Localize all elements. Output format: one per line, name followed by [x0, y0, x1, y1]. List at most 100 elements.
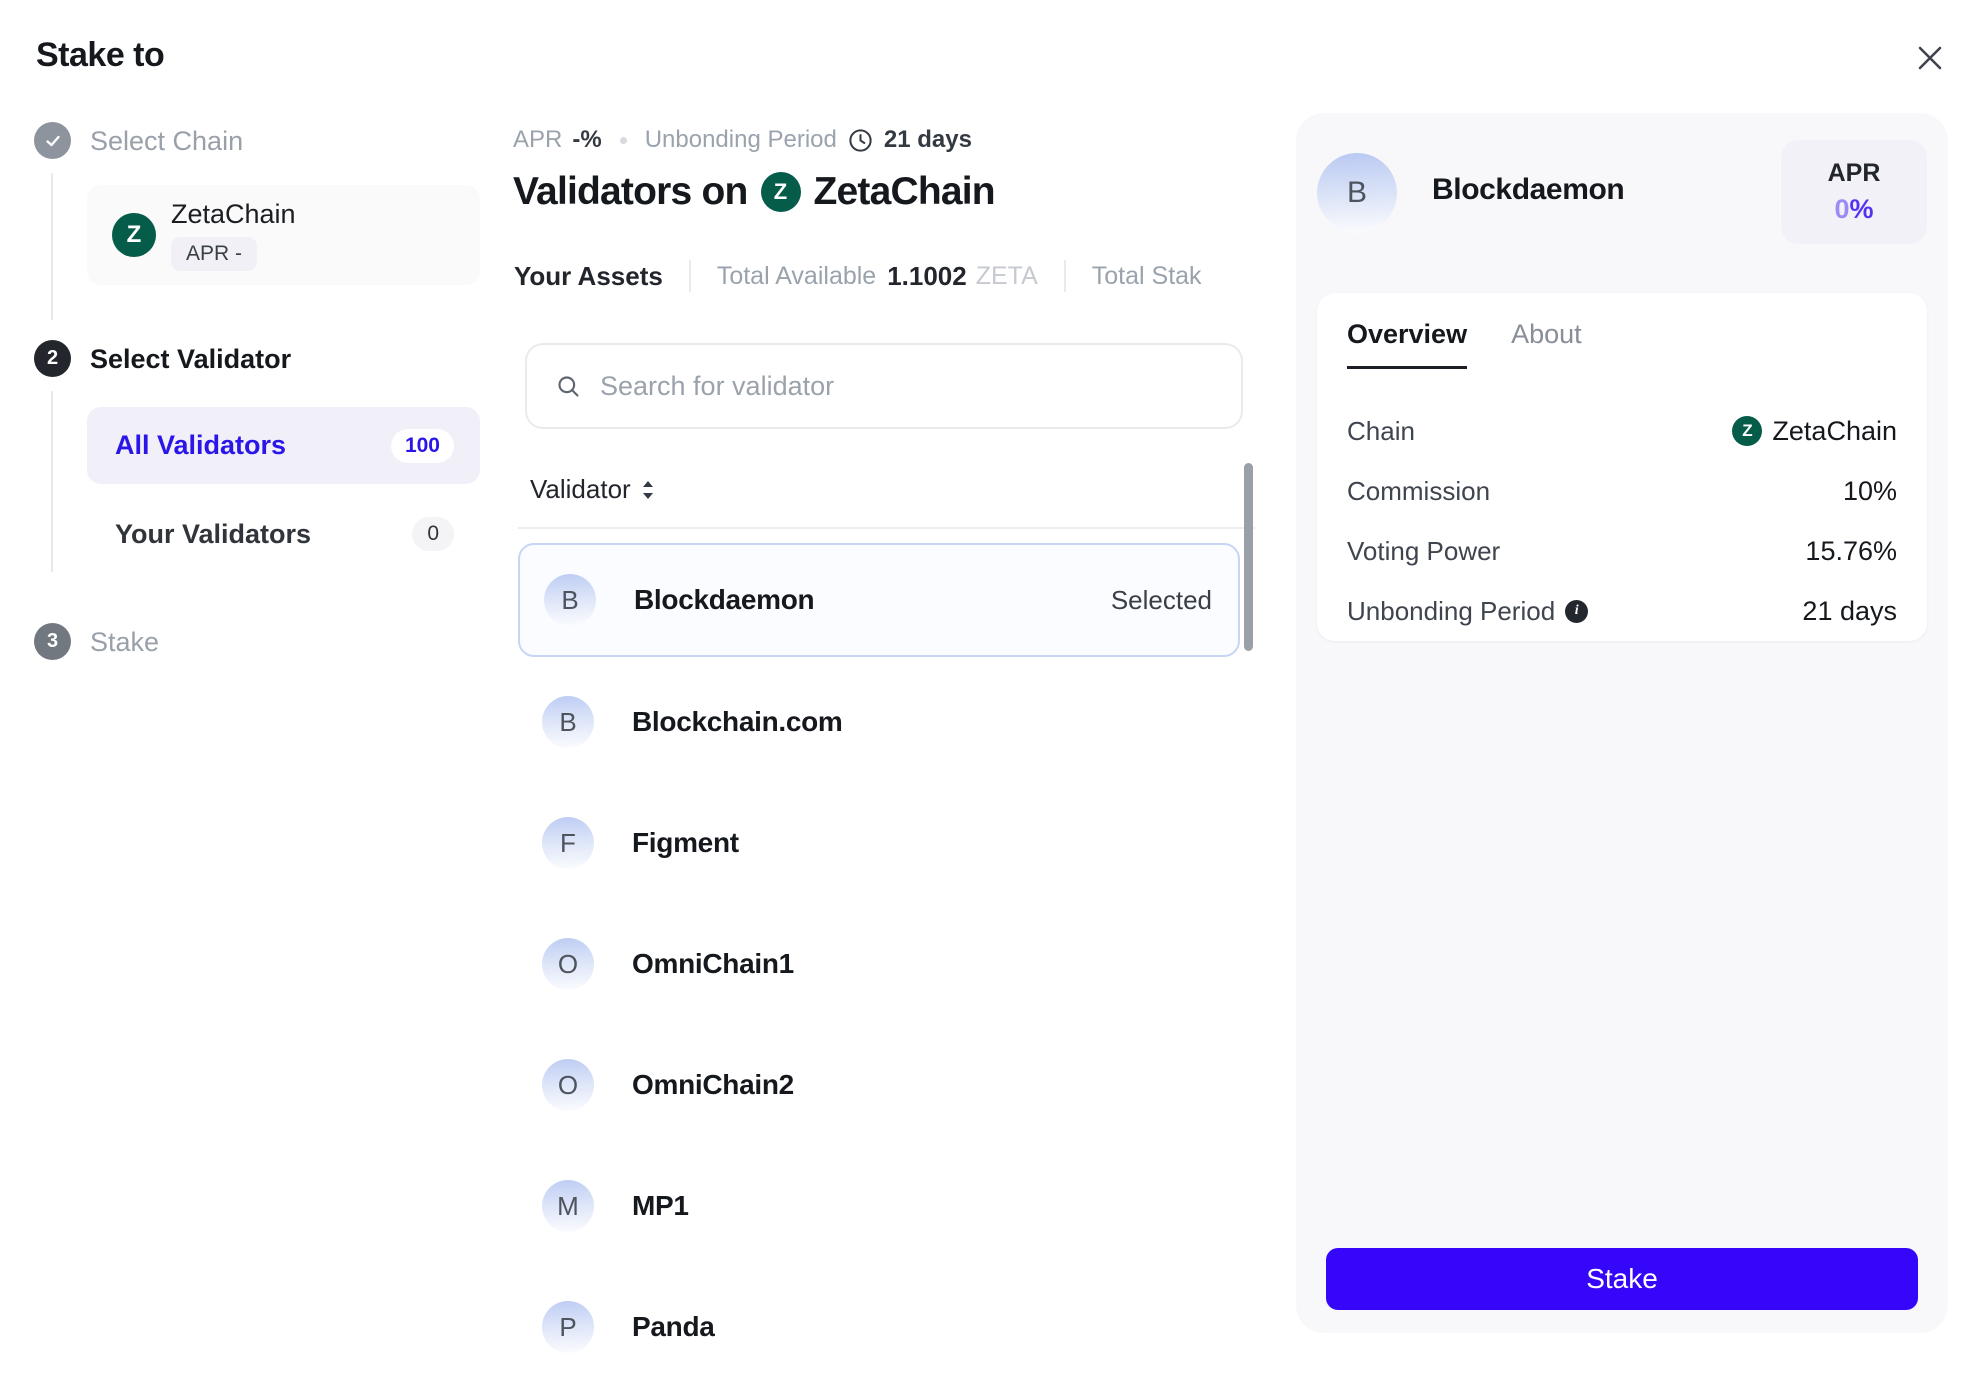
step2-circle: 2 [34, 340, 71, 377]
stake-button[interactable]: Stake [1326, 1248, 1918, 1310]
validator-name: OmniChain2 [632, 1069, 794, 1101]
chain-value: Z ZetaChain [1732, 416, 1897, 447]
meta-unbonding-label: Unbonding Period [645, 126, 837, 154]
step1-done-circle [34, 122, 71, 159]
unbonding-label: Unbonding Period i [1347, 596, 1588, 627]
divider [689, 260, 691, 292]
zetachain-logo-icon: Z [112, 213, 156, 257]
validator-row[interactable]: B Blockchain.com [518, 682, 1240, 762]
step3-label: Stake [90, 627, 159, 658]
commission-label: Commission [1347, 476, 1490, 507]
validator-column-header[interactable]: Validator [530, 474, 656, 505]
avatar: B [542, 696, 594, 748]
detail-row-commission: Commission 10% [1347, 461, 1897, 521]
page-title: Validators on [513, 170, 748, 214]
search-input[interactable] [600, 371, 1200, 402]
check-icon [44, 132, 62, 150]
apr-chip-label: APR [1828, 159, 1881, 188]
validator-search[interactable] [525, 343, 1243, 429]
detail-rows: Chain Z ZetaChain Commission 10% Voting … [1347, 401, 1897, 641]
validator-row[interactable]: M MP1 [518, 1166, 1240, 1246]
assets-summary-row: Your Assets Total Available 1.1002 ZETA … [514, 258, 1268, 294]
scrollbar-thumb[interactable] [1244, 463, 1253, 651]
validator-row[interactable]: O OmniChain1 [518, 924, 1240, 1004]
filter-all-validators[interactable]: All Validators 100 [87, 407, 480, 484]
unbonding-label-text: Unbonding Period [1347, 596, 1555, 627]
apr-chip-value: 0% [1834, 194, 1873, 225]
filter-all-label: All Validators [115, 430, 286, 461]
close-icon [1915, 43, 1945, 73]
avatar: O [542, 938, 594, 990]
detail-row-chain: Chain Z ZetaChain [1347, 401, 1897, 461]
filter-your-validators[interactable]: Your Validators 0 [87, 508, 480, 560]
avatar: B [544, 574, 596, 626]
validator-detail-panel: B Blockdaemon APR 0% Overview About Chai… [1296, 113, 1948, 1333]
selected-chain-card[interactable]: Z ZetaChain APR - [87, 185, 480, 285]
chain-label: Chain [1347, 416, 1415, 447]
avatar: P [542, 1301, 594, 1353]
clock-icon [847, 127, 874, 154]
apr-value-number: 0 [1834, 194, 1849, 224]
step2-label: Select Validator [90, 344, 291, 375]
filter-all-count-badge: 100 [391, 429, 454, 463]
validator-name: Figment [632, 827, 739, 859]
divider [518, 527, 1255, 529]
unbonding-value: 21 days [1802, 596, 1897, 627]
total-available-label: Total Available [717, 262, 876, 291]
filter-your-count-badge: 0 [412, 517, 454, 551]
detail-card: Overview About Chain Z ZetaChain Commiss… [1317, 293, 1927, 641]
validator-row[interactable]: P Panda [518, 1287, 1240, 1367]
apr-value-percent: % [1850, 194, 1874, 224]
commission-value: 10% [1843, 476, 1897, 507]
avatar: F [542, 817, 594, 869]
detail-validator-name: Blockdaemon [1432, 173, 1624, 207]
divider [1064, 260, 1066, 292]
total-available-unit: ZETA [976, 262, 1038, 291]
avatar: O [542, 1059, 594, 1111]
detail-row-unbonding: Unbonding Period i 21 days [1347, 581, 1897, 641]
total-staked-label: Total Stak [1092, 262, 1202, 291]
validator-column-label: Validator [530, 474, 631, 505]
step1-label: Select Chain [90, 126, 243, 157]
stake-modal: Stake to Select Chain Z ZetaChain APR - … [0, 0, 1980, 1376]
detail-row-voting-power: Voting Power 15.76% [1347, 521, 1897, 581]
zetachain-logo-icon: Z [1732, 416, 1762, 446]
stepper-connector [51, 391, 53, 572]
validator-name: MP1 [632, 1190, 689, 1222]
zetachain-logo-icon: Z [761, 172, 801, 212]
meta-apr-label: APR [513, 126, 562, 154]
sort-icon [640, 478, 656, 502]
info-icon[interactable]: i [1565, 600, 1588, 623]
validator-row[interactable]: O OmniChain2 [518, 1045, 1240, 1125]
voting-power-value: 15.76% [1805, 536, 1897, 567]
search-icon [555, 373, 582, 400]
close-button[interactable] [1906, 34, 1954, 82]
step3-number: 3 [47, 630, 58, 653]
validator-name: Blockdaemon [634, 584, 814, 616]
validator-row[interactable]: F Figment [518, 803, 1240, 883]
filter-your-label: Your Validators [115, 519, 311, 550]
tab-overview[interactable]: Overview [1347, 319, 1467, 369]
avatar: M [542, 1180, 594, 1232]
selected-badge: Selected [1111, 585, 1212, 616]
validator-name: Panda [632, 1311, 715, 1343]
validator-row-selected[interactable]: B Blockdaemon Selected [518, 543, 1240, 657]
validator-name: Blockchain.com [632, 706, 843, 738]
modal-title: Stake to [36, 36, 164, 75]
tab-about[interactable]: About [1511, 319, 1582, 369]
stepper-connector [51, 173, 53, 320]
total-available-value: 1.1002 [887, 261, 967, 292]
detail-tabs: Overview About [1347, 319, 1582, 369]
step3-circle: 3 [34, 623, 71, 660]
voting-power-label: Voting Power [1347, 536, 1500, 567]
meta-apr-value: -% [572, 126, 601, 154]
chain-value-text: ZetaChain [1772, 416, 1897, 447]
dot-separator [620, 137, 627, 144]
step2-number: 2 [47, 347, 58, 370]
page-title-chain: ZetaChain [814, 170, 995, 214]
apr-chip: APR 0% [1781, 140, 1927, 244]
meta-unbonding-value: 21 days [884, 126, 972, 154]
selected-chain-name: ZetaChain [171, 199, 296, 230]
chain-apr-badge: APR - [171, 237, 257, 271]
your-assets-label: Your Assets [514, 261, 663, 292]
